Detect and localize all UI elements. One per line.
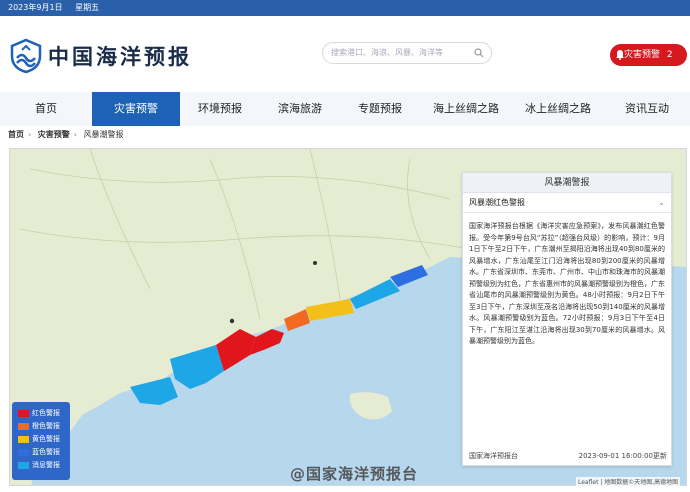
header: 中国海洋预报 搜索港口、海浪、风暴、海洋等 灾害预警 2 [0, 16, 690, 92]
alert-button-label: 灾害预警 [624, 50, 661, 60]
alert-level-dropdown[interactable]: 风暴潮红色警报 ⌄ [463, 193, 671, 213]
legend-swatch-red [18, 410, 29, 417]
source-text: 国家海洋预报台 [469, 452, 518, 460]
site-name[interactable]: 中国海洋预报 [48, 41, 192, 71]
map-attribution[interactable]: Leaflet | 地图数据©天地图,高德地图 [576, 477, 681, 486]
legend-swatch-yellow [18, 436, 29, 443]
legend-swatch-orange [18, 423, 29, 430]
date-text: 2023年9月1日 [8, 3, 63, 12]
legend-item-red: 红色警报 [18, 407, 64, 420]
breadcrumb-home[interactable]: 首页 [8, 130, 24, 139]
legend-item-yellow: 黄色警报 [18, 433, 64, 446]
search-icon[interactable] [474, 48, 484, 58]
nav-item-environment[interactable]: 环境预报 [180, 92, 260, 126]
main-nav: 首页 灾害预警 环境预报 滨海旅游 专题预报 海上丝绸之路 冰上丝绸之路 资讯互… [0, 92, 690, 126]
alert-info-panel: 风暴潮警报 风暴潮红色警报 ⌄ 国家海洋预报台根据《海洋灾害应急预案》，发布风暴… [462, 172, 672, 466]
nav-item-ice-silk-road[interactable]: 冰上丝绸之路 [512, 92, 604, 126]
bell-icon [616, 50, 624, 60]
nav-item-coastal-tourism[interactable]: 滨海旅游 [260, 92, 340, 126]
search-input[interactable]: 搜索港口、海浪、风暴、海洋等 [322, 42, 492, 64]
alert-text: 国家海洋预报台根据《海洋灾害应急预案》，发布风暴潮红色警报。受今年第9号台风“苏… [469, 222, 665, 345]
site-logo-icon[interactable] [8, 38, 44, 74]
alert-count: 2 [666, 50, 673, 60]
chevron-down-icon[interactable]: ⌄ [658, 193, 665, 213]
city-marker-meizhou[interactable] [313, 261, 317, 265]
nav-item-disaster-alert[interactable]: 灾害预警 [92, 92, 180, 126]
panel-footer: 国家海洋预报台 2023-09-01 16:00:00更新 [469, 451, 667, 461]
legend-item-orange: 橙色警报 [18, 420, 64, 433]
weekday-text: 星期五 [75, 3, 100, 12]
legend-item-message: 消息警报 [18, 459, 64, 472]
legend-swatch-message [18, 462, 29, 469]
top-bar: 2023年9月1日 星期五 [0, 0, 690, 16]
update-time: 2023-09-01 16:00:00更新 [578, 452, 667, 460]
weibo-watermark: @国家海洋预报台 [290, 465, 419, 483]
legend-item-blue: 蓝色警报 [18, 446, 64, 459]
breadcrumb-disaster-alert[interactable]: 灾害预警 [38, 130, 70, 139]
map-legend: 红色警报 橙色警报 黄色警报 蓝色警报 消息警报 [12, 402, 70, 480]
search-placeholder: 搜索港口、海浪、风暴、海洋等 [331, 48, 443, 57]
city-marker-shenzhen[interactable] [229, 318, 235, 324]
legend-swatch-blue [18, 449, 29, 456]
panel-title: 风暴潮警报 [463, 173, 671, 193]
alert-level-label: 风暴潮红色警报 [469, 198, 525, 207]
nav-item-news[interactable]: 资讯互动 [604, 92, 690, 126]
nav-item-maritime-silk-road[interactable]: 海上丝绸之路 [420, 92, 512, 126]
disaster-alert-button[interactable]: 灾害预警 2 [610, 44, 687, 66]
nav-item-special-forecast[interactable]: 专题预报 [340, 92, 420, 126]
nav-item-home[interactable]: 首页 [0, 92, 92, 126]
breadcrumb-current: 风暴潮警报 [83, 130, 124, 139]
breadcrumb: 首页 › 灾害预警 › 风暴潮警报 [8, 130, 124, 139]
